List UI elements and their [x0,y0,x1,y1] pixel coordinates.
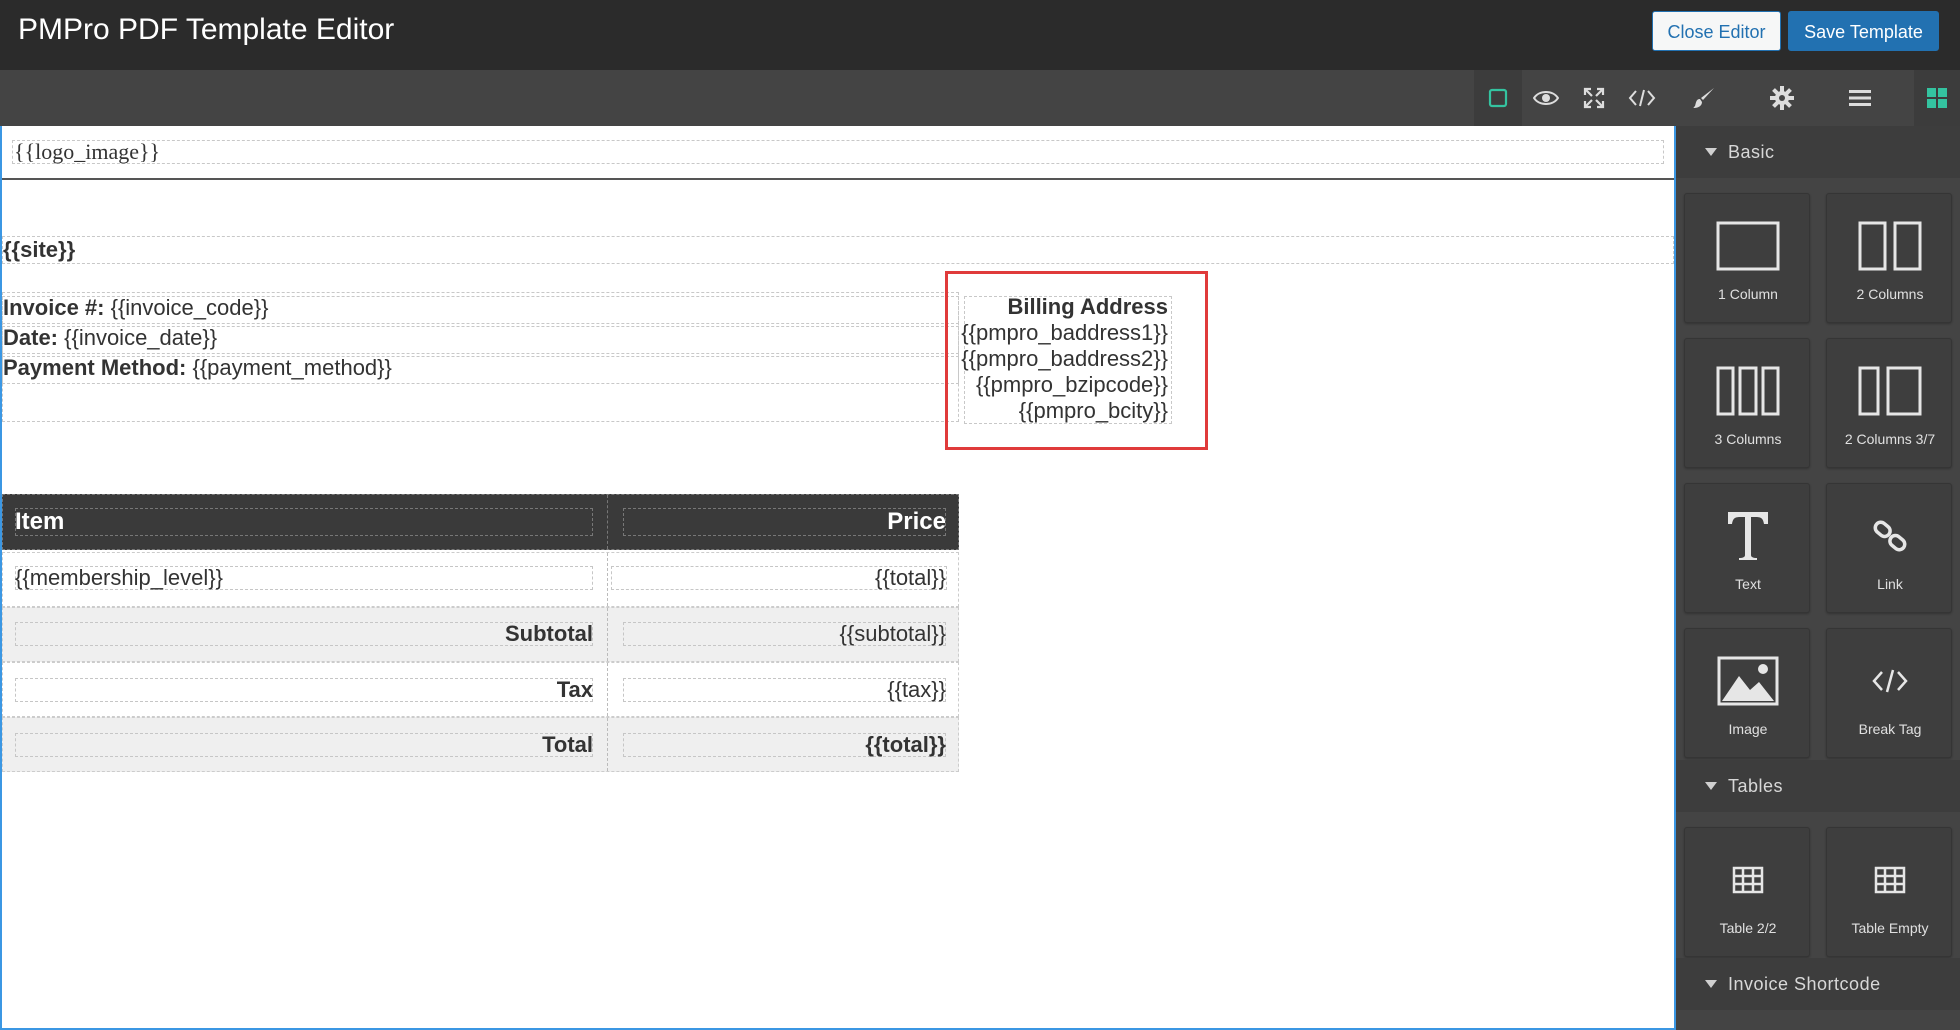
outline-square-icon[interactable] [1474,70,1522,126]
header-cell-box [15,508,593,536]
table-icon [1827,850,1953,910]
block-label: 2 Columns [1856,286,1924,302]
block-image[interactable]: Image [1684,628,1810,758]
block-label: Text [1735,576,1761,592]
category-label: Basic [1728,142,1775,162]
membership-level-cell: {{membership_level}} [15,565,223,590]
table-row[interactable]: Total {{total}} [2,717,959,772]
block-2-columns[interactable]: 2 Columns [1826,193,1952,323]
column-divider [607,718,608,771]
total-cell: {{total}} [875,565,946,590]
invoice-number: Invoice #: {{invoice_code}} [3,295,269,320]
one-column-icon [1685,216,1811,276]
caret-down-icon [1705,980,1717,988]
block-1-column[interactable]: 1 Column [1684,193,1810,323]
total-label: Total [542,732,593,757]
template-canvas[interactable]: {{logo_image}} {{site}} Invoice #: {{inv… [0,126,1676,1030]
subtotal-cell: {{subtotal}} [839,621,946,646]
table-row[interactable]: {{membership_level}} {{total}} [2,552,959,607]
table-row[interactable]: Subtotal {{subtotal}} [2,607,959,662]
caret-down-icon [1705,782,1717,790]
block-label: Link [1877,576,1903,592]
site-block[interactable] [2,236,1674,264]
brush-icon[interactable] [1680,70,1728,126]
category-basic[interactable]: Basic [1676,126,1960,178]
block-break-tag[interactable]: Break Tag [1826,628,1952,758]
site-placeholder: {{site}} [3,237,76,262]
blocks-panel: Basic 1 Column 2 Columns 3 Columns 2 Col… [1676,126,1960,1030]
editor-toolbar [0,70,1960,126]
table-row[interactable]: Tax {{tax}} [2,662,959,717]
header-divider [2,178,1674,180]
category-invoice-shortcode[interactable]: Invoice Shortcode [1676,958,1960,1010]
tax-cell: {{tax}} [887,677,946,702]
block-label: Image [1728,721,1768,737]
block-link[interactable]: Link [1826,483,1952,613]
block-3-columns[interactable]: 3 Columns [1684,338,1810,468]
cell-box [15,678,593,702]
block-label: Table 2/2 [1719,920,1777,936]
block-table-empty[interactable]: Table Empty [1826,827,1952,957]
grand-total-cell: {{total}} [865,732,946,757]
category-label: Invoice Shortcode [1728,974,1881,994]
gear-icon[interactable] [1758,70,1806,126]
block-text[interactable]: Text [1684,483,1810,613]
editor-header: PMPro PDF Template Editor Close Editor S… [0,0,1960,70]
block-label: 1 Column [1718,286,1778,302]
close-editor-button[interactable]: Close Editor [1652,11,1781,51]
block-table-2-2[interactable]: Table 2/2 [1684,827,1810,957]
block-2-columns-3-7[interactable]: 2 Columns 3/7 [1826,338,1952,468]
app-title: PMPro PDF Template Editor [18,13,395,46]
column-divider [607,663,608,716]
blocks-grid-icon[interactable] [1914,70,1960,126]
payment-method: Payment Method: {{payment_method}} [3,355,392,380]
two-columns-3-7-icon [1827,361,1953,421]
category-label: Tables [1728,776,1784,796]
block-label: 2 Columns 3/7 [1844,431,1936,447]
block-label: 3 Columns [1714,431,1782,447]
code-icon[interactable] [1618,70,1666,126]
column-divider [607,608,608,661]
category-tables[interactable]: Tables [1676,760,1960,812]
text-icon [1685,506,1811,566]
column-divider [607,495,608,549]
table-header-price: Price [887,508,946,535]
tax-label: Tax [556,677,593,702]
code-tag-icon [1827,651,1953,711]
table-header-item: Item [15,508,65,535]
cell-box [15,733,593,757]
invoice-date: Date: {{invoice_date}} [3,325,218,350]
table-header-row[interactable]: Item Price [2,494,959,550]
subtotal-label: Subtotal [505,621,593,646]
logo-block[interactable] [12,140,1664,164]
caret-down-icon [1705,148,1717,156]
table-icon [1685,850,1811,910]
menu-icon[interactable] [1836,70,1884,126]
image-icon [1685,651,1811,711]
fullscreen-icon[interactable] [1570,70,1618,126]
three-columns-icon [1685,361,1811,421]
column-divider [607,553,608,606]
save-template-button[interactable]: Save Template [1788,11,1939,51]
block-label: Table Empty [1851,920,1929,936]
billing-highlight-box [945,271,1208,450]
logo-placeholder: {{logo_image}} [14,139,161,164]
two-columns-icon [1827,216,1953,276]
block-label: Break Tag [1858,721,1922,737]
link-icon [1827,506,1953,566]
eye-icon[interactable] [1522,70,1570,126]
